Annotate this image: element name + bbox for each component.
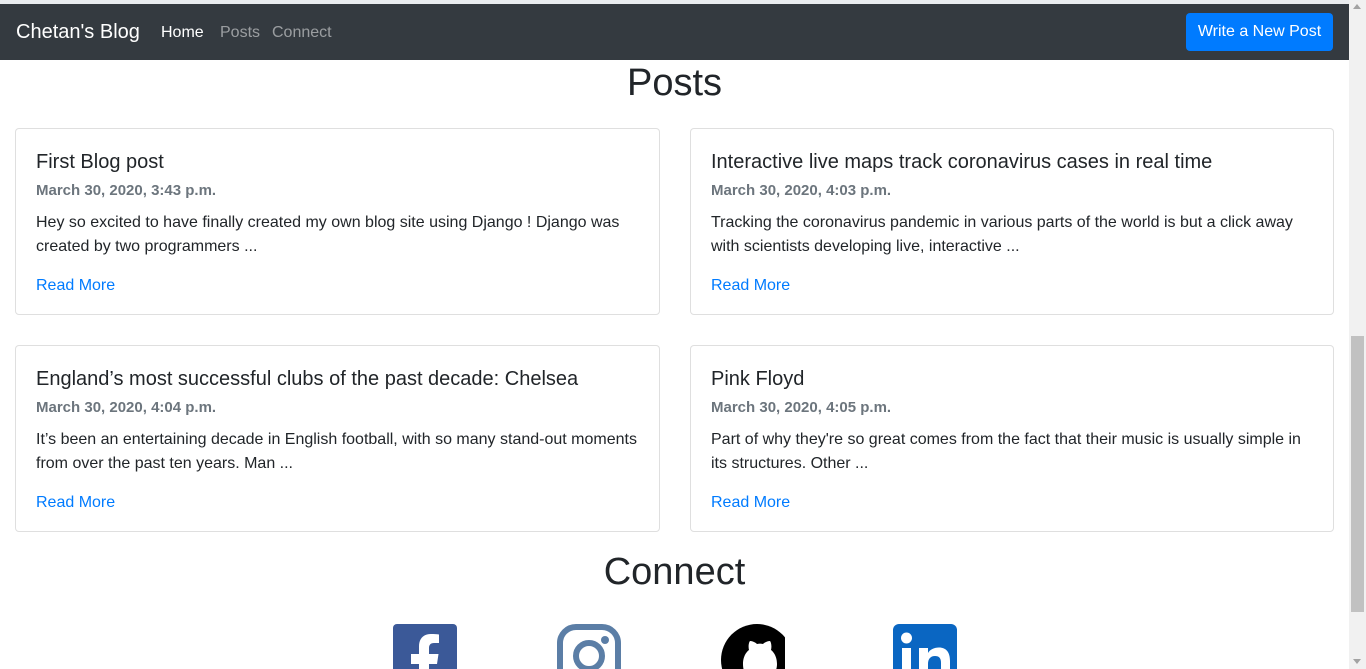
read-more-link[interactable]: Read More [36,494,115,511]
scroll-thumb[interactable] [1351,336,1364,612]
nav-link-posts[interactable]: Posts [220,24,260,42]
post-title: Pink Floyd [711,368,805,390]
instagram-icon[interactable] [557,624,621,669]
nav-link-connect[interactable]: Connect [272,24,332,42]
post-title: First Blog post [36,151,164,173]
vertical-scrollbar[interactable] [1349,0,1366,669]
post-card: England’s most successful clubs of the p… [15,345,660,532]
post-excerpt: It’s been an entertaining decade in Engl… [36,431,637,472]
post-card: Interactive live maps track coronavirus … [690,128,1334,315]
post-excerpt: Hey so excited to have finally created m… [36,214,620,255]
post-date: March 30, 2020, 4:05 p.m. [711,399,892,416]
post-card: First Blog post March 30, 2020, 3:43 p.m… [15,128,660,315]
write-new-post-button[interactable]: Write a New Post [1186,13,1333,51]
brand-link[interactable]: Chetan's Blog [16,21,140,44]
linkedin-icon[interactable] [893,624,957,669]
scroll-up-arrow-icon[interactable] [1353,4,1361,9]
connect-heading: Connect [603,551,746,593]
post-excerpt: Part of why they're so great comes from … [711,431,1301,472]
post-title: Interactive live maps track coronavirus … [711,151,1213,173]
post-excerpt: Tracking the coronavirus pandemic in var… [711,214,1293,255]
post-date: March 30, 2020, 4:04 p.m. [36,399,217,416]
navbar: Chetan's Blog Home Posts Connect Write a… [0,4,1349,60]
github-icon[interactable] [721,624,785,669]
scroll-down-arrow-icon[interactable] [1353,659,1361,664]
post-date: March 30, 2020, 4:03 p.m. [711,182,892,199]
post-date: March 30, 2020, 3:43 p.m. [36,182,217,199]
read-more-link[interactable]: Read More [711,494,790,511]
posts-heading: Posts [626,62,723,104]
read-more-link[interactable]: Read More [36,277,115,294]
page: Chetan's Blog Home Posts Connect Write a… [0,0,1366,669]
nav-link-home[interactable]: Home [161,24,204,42]
read-more-link[interactable]: Read More [711,277,790,294]
post-title: England’s most successful clubs of the p… [36,368,579,390]
facebook-icon[interactable] [393,624,457,669]
post-card: Pink Floyd March 30, 2020, 4:05 p.m. Par… [690,345,1334,532]
